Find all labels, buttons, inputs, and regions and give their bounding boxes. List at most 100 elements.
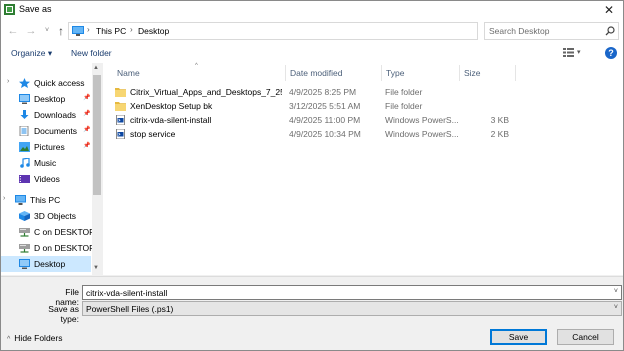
hide-folders-button[interactable]: ^ Hide Folders [7, 333, 62, 343]
breadcrumb-desktop[interactable]: Desktop [138, 26, 169, 36]
sidebar-item-label: Quick access [34, 78, 85, 88]
nav-scrollbar-thumb[interactable] [93, 75, 101, 195]
file-name-cell: XenDesktop Setup bk [130, 101, 213, 111]
column-date-label: Date modified [290, 68, 343, 78]
file-type-cell: File folder [385, 87, 423, 97]
organize-button[interactable]: Organize ▾ [11, 48, 52, 59]
powershell-script-icon [115, 114, 126, 126]
music-icon [19, 157, 30, 168]
sidebar-item[interactable]: Pictures 📌 [1, 139, 91, 155]
column-header-name[interactable]: Name [103, 63, 289, 83]
breadcrumb-this-pc[interactable]: This PC [96, 26, 126, 36]
sidebar-item[interactable]: 3D Objects [1, 208, 91, 224]
recent-locations-chevron-icon[interactable]: ˅ [40, 24, 54, 38]
up-arrow-icon[interactable]: ↑ [54, 24, 68, 38]
file-type-cell: Windows PowerS... [385, 129, 459, 139]
sidebar-item-label: Downloads [34, 110, 77, 120]
close-button[interactable]: ✕ [595, 1, 623, 19]
download-icon [19, 110, 30, 120]
view-dropdown-chevron-icon[interactable]: ▾ [577, 48, 581, 56]
save-as-type-chevron-icon[interactable]: ˅ [614, 304, 618, 311]
file-row[interactable]: XenDesktop Setup bk 3/12/2025 5:51 AM File… [103, 99, 523, 113]
sidebar-item[interactable]: C on DESKTOP-N [1, 224, 102, 240]
breadcrumb-separator[interactable]: › [87, 25, 90, 34]
back-arrow-icon[interactable]: ← [6, 24, 20, 38]
sidebar-item[interactable]: Desktop 📌 [1, 91, 91, 107]
pc-icon [72, 26, 84, 36]
nav-scrollbar[interactable]: ▲ ▼ [92, 63, 102, 275]
desktop-icon [19, 259, 30, 269]
file-type-cell: Windows PowerS... [385, 115, 459, 125]
scroll-down-arrow-icon[interactable]: ▼ [93, 265, 99, 271]
file-name-cell: Citrix_Virtual_Apps_and_Desktops_7_2503.… [130, 87, 282, 97]
help-icon[interactable]: ? [605, 47, 617, 59]
file-row[interactable]: citrix-vda-silent-install 4/9/2025 11:00 … [103, 113, 523, 127]
file-date-cell: 4/9/2025 11:00 PM [289, 115, 361, 125]
sidebar-item[interactable]: Music [1, 155, 91, 171]
pc-icon [15, 195, 26, 205]
expand-chevron-icon[interactable]: › [7, 78, 9, 85]
file-list-pane: ^ Name Date modified Type Size Citrix_Vi… [103, 63, 623, 275]
column-size-label: Size [464, 68, 481, 78]
save-as-type-select[interactable]: PowerShell Files (.ps1) ˅ [82, 301, 622, 316]
search-icon [605, 26, 615, 36]
file-row[interactable]: Citrix_Virtual_Apps_and_Desktops_7_2503.… [103, 85, 523, 99]
sidebar-item-label: Desktop [34, 259, 66, 269]
save-button[interactable]: Save [490, 329, 547, 345]
save-as-type-label: Save as type: [48, 304, 79, 324]
file-name-cell: stop service [130, 129, 176, 139]
save-as-dialog: Save as ✕ ← → ˅ ↑ › This PC › Desktop ˅ … [0, 0, 624, 351]
file-name-value[interactable]: citrix-vda-silent-install [86, 288, 167, 298]
column-divider[interactable] [515, 65, 516, 81]
document-icon [19, 125, 30, 137]
command-toolbar: Organize ▾ New folder ▾ ? [1, 43, 623, 63]
desktop-icon [19, 94, 30, 104]
forward-arrow-icon[interactable]: → [24, 24, 38, 38]
column-header-type[interactable]: Type [382, 63, 460, 83]
save-as-app-icon [4, 4, 15, 15]
file-type-cell: File folder [385, 101, 423, 111]
address-bar[interactable]: › This PC › Desktop ˅ ↻ [68, 22, 542, 40]
file-date-cell: 3/12/2025 5:51 AM [289, 101, 361, 111]
scroll-up-arrow-icon[interactable]: ▲ [93, 65, 99, 71]
network-drive-icon [19, 243, 30, 253]
sidebar-item[interactable]: Downloads 📌 [1, 107, 91, 123]
file-name-cell: citrix-vda-silent-install [130, 115, 212, 125]
sidebar-item[interactable]: › Quick access [1, 75, 91, 91]
new-folder-button[interactable]: New folder [71, 48, 112, 58]
search-input[interactable]: Search Desktop [484, 22, 619, 40]
breadcrumb-separator[interactable]: › [130, 25, 133, 34]
navigation-pane: › Quick access Desktop 📌 Downloads 📌 Documents… [1, 63, 102, 275]
cancel-button[interactable]: Cancel [557, 329, 614, 345]
save-form: File name: citrix-vda-silent-install ˅ S… [1, 276, 623, 350]
sidebar-item[interactable]: D on DESKTOP-N [1, 240, 102, 256]
sidebar-item-label: Videos [34, 174, 60, 184]
sidebar-item[interactable]: Videos [1, 171, 91, 187]
sidebar-item[interactable]: Documents 📌 [1, 123, 91, 139]
powershell-script-icon [115, 128, 126, 140]
file-row[interactable]: stop service 4/9/2025 10:34 PM Windows Pow… [103, 127, 523, 141]
folder-icon [115, 87, 126, 97]
pin-icon: 📌 [83, 143, 91, 149]
folder-icon [115, 101, 126, 111]
expand-chevron-icon[interactable]: › [3, 195, 5, 202]
sidebar-item-label: Documents [34, 126, 77, 136]
column-header-date[interactable]: Date modified [286, 63, 382, 83]
sidebar-item[interactable]: › This PC [1, 192, 91, 208]
save-as-type-value: PowerShell Files (.ps1) [86, 304, 174, 314]
picture-icon [19, 142, 30, 152]
pin-icon: 📌 [83, 95, 91, 101]
column-header-size[interactable]: Size [460, 63, 516, 83]
file-size-cell: 3 KB [490, 115, 509, 125]
file-name-input[interactable]: citrix-vda-silent-install ˅ [82, 285, 622, 300]
view-options-icon[interactable] [563, 48, 574, 57]
pin-icon: 📌 [83, 127, 91, 133]
file-date-cell: 4/9/2025 10:34 PM [289, 129, 361, 139]
sidebar-item[interactable]: Desktop [1, 256, 91, 272]
caret-up-icon: ^ [7, 336, 11, 343]
pin-icon: 📌 [83, 111, 91, 117]
search-placeholder: Search Desktop [489, 26, 550, 36]
window-title: Save as [19, 4, 52, 14]
column-type-label: Type [386, 68, 405, 78]
file-name-dropdown-chevron-icon[interactable]: ˅ [614, 288, 618, 295]
